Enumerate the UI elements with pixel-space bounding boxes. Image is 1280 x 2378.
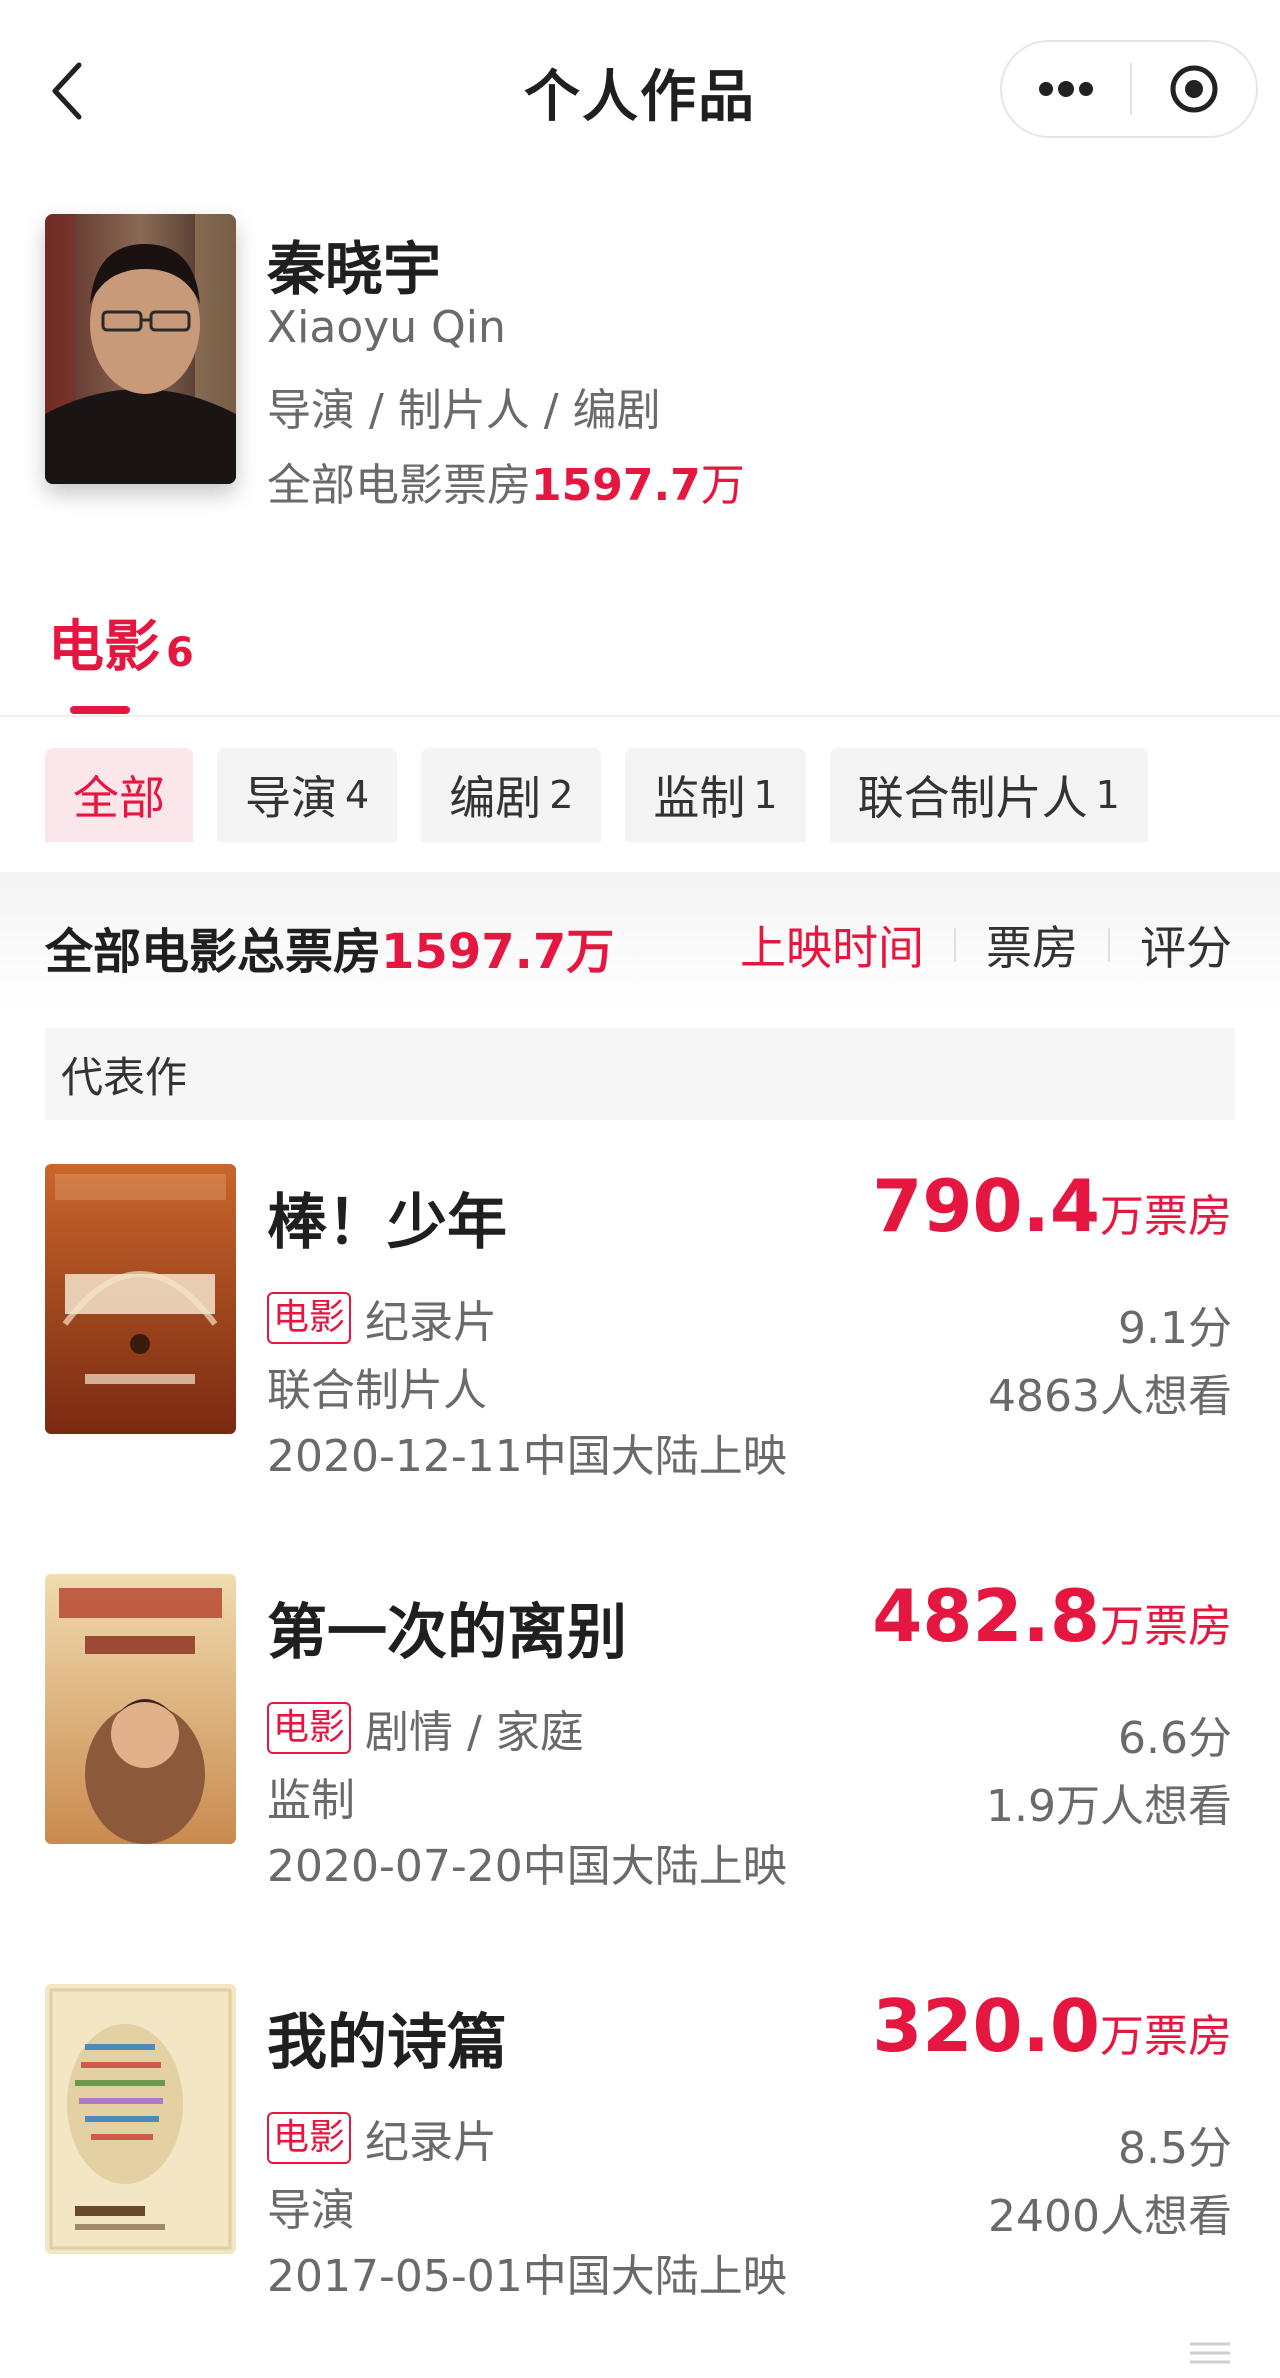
sort-divider (954, 928, 956, 962)
person-roles: 导演 / 制片人 / 编剧 (267, 385, 661, 436)
mini-program-capsule (1000, 40, 1258, 138)
person-english-name: Xiaoyu Qin (267, 302, 506, 353)
person-name: 秦晓宇 (267, 235, 442, 303)
movie-box-office-unit: 万票房 (1100, 2011, 1232, 2062)
movie-title: 第一次的离别 (267, 1598, 627, 1668)
list-icon (1190, 2342, 1230, 2364)
movie-want-count: 2400人想看 (988, 2191, 1232, 2242)
more-dots-icon (1039, 81, 1093, 97)
total-box-office-unit: 万 (700, 460, 745, 511)
movie-genre: 剧情 / 家庭 (365, 1707, 584, 1758)
movie-want-count: 1.9万人想看 (986, 1781, 1232, 1832)
movie-release-date: 2020-07-20中国大陆上映 (267, 1841, 787, 1892)
movie-title: 我的诗篇 (267, 2008, 507, 2078)
total-box-office-value: 1597.7 (531, 460, 701, 511)
poster-image (45, 1164, 236, 1434)
movie-role: 监制 (267, 1775, 355, 1826)
target-circle-icon (1170, 65, 1218, 113)
avatar (45, 214, 236, 484)
sort-options: 上映时间 票房 评分 (740, 912, 1232, 978)
summary-label: 全部电影总票房 (45, 924, 382, 980)
movie-score: 6.6分 (1118, 1713, 1232, 1764)
total-box-office-label: 全部电影票房 (267, 460, 531, 511)
sort-divider (1108, 928, 1110, 962)
divider (0, 715, 1280, 717)
movie-type-tag: 电影 (267, 1292, 352, 1344)
chip-screenwriter[interactable]: 编剧 2 (421, 748, 602, 842)
poster-image (45, 1574, 236, 1844)
movie-box-office-value: 320.0 (872, 1984, 1100, 2068)
nav-bar: 个人作品 (0, 0, 1280, 180)
movie-poster[interactable] (45, 1574, 236, 1844)
portrait-image (45, 214, 236, 484)
movie-genre: 纪录片 (365, 2117, 498, 2168)
chip-co-producer[interactable]: 联合制片人 1 (829, 748, 1148, 842)
more-button[interactable] (1002, 42, 1130, 136)
movie-want-count: 4863人想看 (988, 1371, 1232, 1422)
movie-item[interactable]: 棒！少年 电影 纪录片 联合制片人 2020-12-11中国大陆上映 790.4万… (0, 1164, 1280, 1494)
movie-poster[interactable] (45, 1164, 236, 1434)
movie-genre: 纪录片 (365, 1297, 498, 1348)
movie-box-office-unit: 万票房 (1100, 1191, 1232, 1242)
chip-label: 导演 (245, 771, 337, 825)
summary-bar: 全部电影总票房1597.7万 上映时间 票房 评分 (0, 872, 1280, 1012)
total-box-office: 全部电影票房1597.7万 (267, 449, 745, 513)
role-filter-chips: 全部 导演 4 编剧 2 监制 1 联合制片人 1 (45, 748, 1148, 842)
movie-genre-row: 电影 纪录片 (267, 2106, 497, 2170)
movie-score: 8.5分 (1118, 2123, 1232, 2174)
tab-movies[interactable]: 电影 6 (48, 602, 194, 683)
poster-image (45, 1984, 236, 2254)
movie-box-office: 482.8万票房 (872, 1574, 1232, 1658)
movie-item[interactable]: 我的诗篇 电影 纪录片 导演 2017-05-01中国大陆上映 320.0万票房 … (0, 1984, 1280, 2314)
movie-release-date: 2017-05-01中国大陆上映 (267, 2251, 787, 2302)
movie-genre-row: 电影 剧情 / 家庭 (267, 1696, 584, 1760)
summary-total: 全部电影总票房1597.7万 (45, 912, 614, 982)
chip-director[interactable]: 导演 4 (217, 748, 398, 842)
movie-role: 联合制片人 (267, 1365, 487, 1416)
summary-value: 1597.7万 (381, 924, 615, 980)
movie-type-tag: 电影 (267, 2112, 352, 2164)
chip-count: 1 (753, 773, 778, 817)
chip-label: 联合制片人 (857, 771, 1088, 825)
chip-all[interactable]: 全部 (45, 748, 193, 842)
movie-type-tag: 电影 (267, 1702, 352, 1754)
tab-active-indicator (70, 706, 130, 714)
movie-box-office-value: 482.8 (872, 1574, 1100, 1658)
movie-release-date: 2020-12-11中国大陆上映 (267, 1431, 787, 1482)
movie-box-office-value: 790.4 (872, 1164, 1100, 1248)
movie-box-office-unit: 万票房 (1100, 1601, 1232, 1652)
chip-count: 1 (1095, 773, 1120, 817)
section-header: 代表作 (45, 1028, 1235, 1120)
sort-box-office[interactable]: 票房 (986, 912, 1078, 978)
sort-release-date[interactable]: 上映时间 (740, 912, 924, 978)
chip-label: 监制 (653, 771, 746, 825)
movie-box-office: 790.4万票房 (872, 1164, 1232, 1248)
close-miniprogram-button[interactable] (1132, 42, 1256, 136)
chip-count: 2 (549, 773, 574, 817)
chip-label: 全部 (73, 771, 165, 825)
movie-item[interactable]: 第一次的离别 电影 剧情 / 家庭 监制 2020-07-20中国大陆上映 482… (0, 1574, 1280, 1904)
movie-genre-row: 电影 纪录片 (267, 1286, 497, 1350)
sort-rating[interactable]: 评分 (1140, 912, 1232, 978)
movie-poster[interactable] (45, 1984, 236, 2254)
tab-movies-label: 电影 (48, 615, 160, 680)
movie-box-office: 320.0万票房 (872, 1984, 1232, 2068)
movie-score: 9.1分 (1118, 1303, 1232, 1354)
chip-label: 编剧 (449, 771, 542, 825)
movie-title: 棒！少年 (267, 1188, 507, 1258)
movie-role: 导演 (267, 2185, 355, 2236)
chip-count: 4 (345, 773, 370, 817)
chip-supervisor[interactable]: 监制 1 (625, 748, 806, 842)
tab-movies-count: 6 (166, 630, 194, 676)
